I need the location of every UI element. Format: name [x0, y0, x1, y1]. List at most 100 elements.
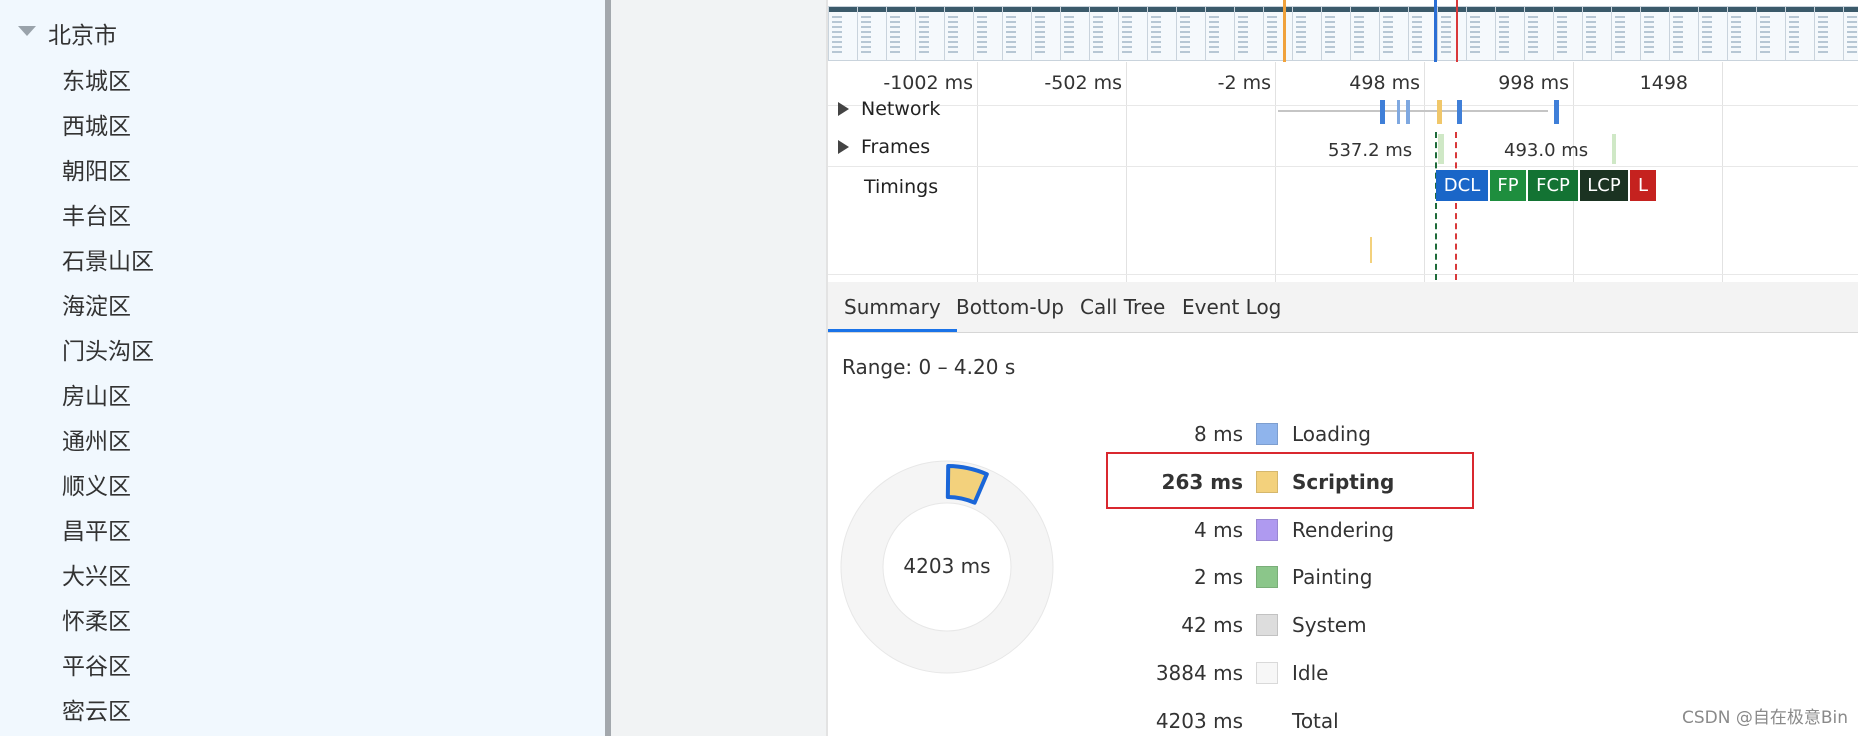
- screenshot-thumbnail[interactable]: [1553, 6, 1583, 61]
- timing-fcp-badge[interactable]: FCP: [1528, 170, 1578, 201]
- screenshot-thumbnail[interactable]: [1350, 6, 1380, 61]
- performance-panel: -1002 ms -502 ms -2 ms 498 ms 998 ms 149…: [828, 0, 1858, 736]
- timing-dcl-badge[interactable]: DCL: [1436, 170, 1488, 201]
- category-swatch: [1256, 566, 1278, 588]
- summary-row-value: 42 ms: [1181, 613, 1243, 637]
- timing-fp-badge[interactable]: FP: [1490, 170, 1526, 201]
- screenshot-thumbnail[interactable]: [1118, 6, 1148, 61]
- summary-row-loading: 8 ms Loading: [828, 419, 1371, 449]
- screenshot-thumbnail[interactable]: [1640, 6, 1670, 61]
- screenshot-thumbnail[interactable]: [857, 6, 887, 61]
- summary-row-value: 8 ms: [1194, 422, 1243, 446]
- track-divider: [828, 166, 1858, 167]
- network-request[interactable]: [1406, 100, 1410, 124]
- screenshot-thumbnail[interactable]: [1060, 6, 1090, 61]
- category-swatch: [1256, 519, 1278, 541]
- screenshot-thumbnail[interactable]: [1814, 6, 1844, 61]
- frame-block[interactable]: [1438, 134, 1444, 164]
- expand-arrow-icon: [838, 140, 849, 154]
- frames-track-toggle[interactable]: Frames: [838, 136, 930, 158]
- district-list: 东城区 西城区 朝阳区 丰台区 石景山区 海淀区 门头沟区 房山区 通州区 顺义区 昌平区 大兴区 怀柔…: [62, 60, 154, 735]
- network-request[interactable]: [1380, 100, 1385, 124]
- load-marker: [1456, 0, 1458, 62]
- district-item[interactable]: 朝阳区: [62, 150, 154, 195]
- time-tick: -2 ms: [1217, 72, 1271, 94]
- timeline-overview[interactable]: -1002 ms -502 ms -2 ms 498 ms 998 ms 149…: [828, 62, 1858, 282]
- time-tick: -502 ms: [1044, 72, 1122, 94]
- district-item[interactable]: 西城区: [62, 105, 154, 150]
- tab-event-log[interactable]: Event Log: [1166, 282, 1297, 332]
- network-request[interactable]: [1554, 100, 1559, 124]
- screenshot-thumbnail[interactable]: [1379, 6, 1409, 61]
- network-track-toggle[interactable]: Network: [838, 98, 940, 120]
- screenshot-thumbnail[interactable]: [1147, 6, 1177, 61]
- screenshot-thumbnail[interactable]: [1843, 6, 1858, 61]
- district-item[interactable]: 丰台区: [62, 195, 154, 240]
- screenshot-thumbnail[interactable]: [944, 6, 974, 61]
- screenshot-thumbnail[interactable]: [1437, 6, 1467, 61]
- district-tree: 北京市 东城区 西城区 朝阳区 丰台区 石景山区 海淀区 门头沟区 房山区 通州区 顺义区 昌平区大…: [0, 0, 605, 736]
- timing-lcp-badge[interactable]: LCP: [1580, 170, 1628, 201]
- network-request-line: [1278, 110, 1548, 112]
- district-item[interactable]: 昌平区: [62, 510, 154, 555]
- screenshot-thumbnail[interactable]: [1524, 6, 1554, 61]
- track-divider: [828, 105, 1858, 106]
- screenshot-thumbnail[interactable]: [1031, 6, 1061, 61]
- summary-row-rendering: 4 ms Rendering: [828, 515, 1394, 545]
- screenshot-thumbnail[interactable]: [1176, 6, 1206, 61]
- screenshot-thumbnail[interactable]: [1785, 6, 1815, 61]
- network-request[interactable]: [1437, 100, 1442, 124]
- screenshot-thumbnail[interactable]: [1466, 6, 1496, 61]
- scripting-highlight-box: [1106, 452, 1474, 509]
- screenshot-thumbnail[interactable]: [1727, 6, 1757, 61]
- screenshot-thumbnail[interactable]: [1205, 6, 1235, 61]
- gridline: [1275, 62, 1276, 282]
- district-item[interactable]: 顺义区: [62, 465, 154, 510]
- timing-load-badge[interactable]: L: [1630, 170, 1656, 201]
- screenshot-filmstrip[interactable]: [828, 6, 1858, 62]
- screenshot-thumbnail[interactable]: [1089, 6, 1119, 61]
- district-item[interactable]: 通州区: [62, 420, 154, 465]
- district-item[interactable]: 怀柔区: [62, 600, 154, 645]
- screenshot-thumbnail[interactable]: [1756, 6, 1786, 61]
- district-item[interactable]: 大兴区: [62, 555, 154, 600]
- screenshot-thumbnail[interactable]: [1611, 6, 1641, 61]
- time-tick: 498 ms: [1349, 72, 1420, 94]
- screenshot-thumbnail[interactable]: [1698, 6, 1728, 61]
- screenshot-thumbnail[interactable]: [973, 6, 1003, 61]
- screenshot-thumbnail[interactable]: [1263, 6, 1293, 61]
- tab-bottom-up[interactable]: Bottom-Up: [940, 282, 1080, 332]
- gridline: [1722, 62, 1723, 282]
- screenshot-thumbnail[interactable]: [915, 6, 945, 61]
- district-item[interactable]: 房山区: [62, 375, 154, 420]
- district-item[interactable]: 平谷区: [62, 645, 154, 690]
- tab-call-tree[interactable]: Call Tree: [1064, 282, 1181, 332]
- expand-triangle-icon[interactable]: [18, 26, 36, 36]
- screenshot-thumbnail[interactable]: [1495, 6, 1525, 61]
- gridline: [977, 62, 978, 282]
- network-request[interactable]: [1457, 100, 1462, 124]
- tree-root-label: 北京市: [48, 23, 117, 49]
- summary-row-system: 42 ms System: [828, 610, 1367, 640]
- screenshot-thumbnail[interactable]: [1002, 6, 1032, 61]
- fcp-dashed-line: [1435, 132, 1437, 280]
- screenshot-thumbnail[interactable]: [1669, 6, 1699, 61]
- timings-track-label: Timings: [864, 176, 938, 198]
- screenshot-thumbnail[interactable]: [1234, 6, 1264, 61]
- summary-row-name: System: [1292, 613, 1367, 637]
- time-tick: 998 ms: [1498, 72, 1569, 94]
- tab-summary[interactable]: Summary: [828, 282, 957, 332]
- district-item[interactable]: 石景山区: [62, 240, 154, 285]
- tree-root-item[interactable]: 北京市: [18, 18, 117, 49]
- screenshot-thumbnail[interactable]: [828, 6, 858, 61]
- district-item[interactable]: 密云区: [62, 690, 154, 735]
- district-item[interactable]: 门头沟区: [62, 330, 154, 375]
- frame-block[interactable]: [1612, 134, 1616, 164]
- district-item[interactable]: 海淀区: [62, 285, 154, 330]
- screenshot-thumbnail[interactable]: [1582, 6, 1612, 61]
- screenshot-thumbnail[interactable]: [1321, 6, 1351, 61]
- screenshot-thumbnail[interactable]: [1292, 6, 1322, 61]
- screenshot-thumbnail[interactable]: [886, 6, 916, 61]
- district-item[interactable]: 东城区: [62, 60, 154, 105]
- network-request[interactable]: [1397, 100, 1400, 124]
